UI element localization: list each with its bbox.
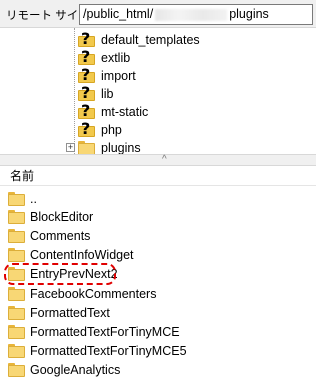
tree-item-plugins[interactable]: plugins xyxy=(78,139,141,154)
tree-item-label: php xyxy=(101,123,122,137)
list-item-label: Comments xyxy=(30,228,91,243)
list-item[interactable]: FacebookCommenters xyxy=(8,284,156,303)
folder-icon xyxy=(8,362,25,377)
list-item-label: FacebookCommenters xyxy=(30,286,157,301)
list-item-label: GoogleAnalytics xyxy=(30,362,121,377)
list-item[interactable]: BlockEditor xyxy=(8,207,93,226)
question-folder-icon: ? xyxy=(78,101,95,120)
folder-icon xyxy=(8,324,25,339)
tree-item[interactable]: ? default_templates xyxy=(78,29,200,49)
question-folder-icon: ? xyxy=(78,47,95,66)
question-folder-icon: ? xyxy=(78,119,95,138)
list-item-label: ContentInfoWidget xyxy=(30,247,134,262)
remote-path-input[interactable]: /public_html/plugins xyxy=(79,4,313,25)
remote-directory-tree: ? default_templates ? extlib ? import ? … xyxy=(0,28,316,154)
question-folder-icon: ? xyxy=(78,83,95,102)
list-item-label: FormattedTextForTinyMCE xyxy=(30,324,180,339)
remote-file-list: 名前 .. BlockEditor Comments ContentInfoWi… xyxy=(0,166,316,388)
redacted-path-segment xyxy=(155,8,228,21)
tree-item-label: extlib xyxy=(101,51,131,65)
path-prefix: /public_html/ xyxy=(83,7,154,21)
sort-chevron-up-icon: ^ xyxy=(162,154,167,165)
folder-icon xyxy=(8,247,25,262)
list-item-label: BlockEditor xyxy=(30,209,94,224)
folder-icon xyxy=(8,191,25,206)
expand-plus-icon[interactable]: + xyxy=(66,143,75,152)
remote-site-bar: リモート サイト: /public_html/plugins xyxy=(0,0,316,28)
list-item[interactable]: FormattedText xyxy=(8,303,110,322)
tree-item-label: plugins xyxy=(101,141,141,154)
list-item[interactable]: FormattedTextForTinyMCE5 xyxy=(8,341,187,360)
folder-icon xyxy=(8,305,25,320)
name-column-header[interactable]: 名前 xyxy=(0,166,316,186)
folder-icon xyxy=(8,209,25,224)
list-item-label: FormattedTextForTinyMCE5 xyxy=(30,343,187,358)
list-item-label: FormattedText xyxy=(30,305,110,320)
tree-item[interactable]: ? php xyxy=(78,119,122,139)
list-item[interactable]: ContentInfoWidget xyxy=(8,245,134,264)
list-item[interactable]: .. xyxy=(8,189,37,208)
folder-icon xyxy=(8,343,25,358)
tree-item-label: mt-static xyxy=(101,105,149,119)
list-item-label: .. xyxy=(30,191,37,206)
list-item[interactable]: GoogleAnalytics xyxy=(8,360,120,379)
folder-icon xyxy=(8,286,25,301)
question-folder-icon: ? xyxy=(78,65,95,84)
tree-item-label: default_templates xyxy=(101,33,200,47)
folder-icon xyxy=(78,141,95,154)
tree-guide-line xyxy=(74,28,75,154)
dashed-highlight-outline xyxy=(4,263,116,285)
list-item[interactable]: FormattedTextForTinyMCE xyxy=(8,322,180,341)
tree-item-label: lib xyxy=(101,87,114,101)
pane-splitter[interactable]: ^ xyxy=(0,154,316,166)
list-item[interactable]: Comments xyxy=(8,226,90,245)
path-suffix: plugins xyxy=(229,7,269,21)
question-folder-icon: ? xyxy=(78,29,95,48)
folder-icon xyxy=(8,228,25,243)
tree-item-label: import xyxy=(101,69,136,83)
